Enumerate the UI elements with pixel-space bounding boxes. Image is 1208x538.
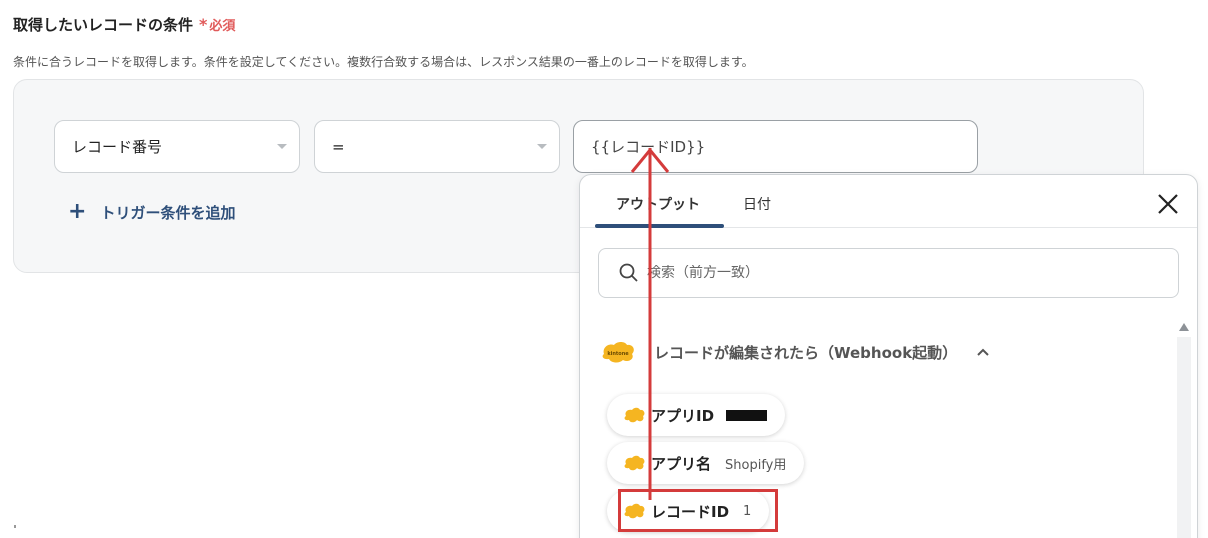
plus-icon: + xyxy=(68,199,87,224)
search-box[interactable] xyxy=(598,248,1179,298)
output-item-name: アプリ名 xyxy=(651,454,712,473)
kintone-logo-text: kintone xyxy=(607,351,629,357)
kintone-logo-icon xyxy=(624,503,645,519)
required-mark: * xyxy=(199,15,208,34)
add-trigger-label: トリガー条件を追加 xyxy=(100,203,236,222)
output-item-name: レコードID xyxy=(651,502,730,521)
edge-mark xyxy=(14,525,16,528)
output-item-value: Shopify用 xyxy=(725,457,787,473)
tab-output[interactable]: アウトプット xyxy=(616,194,700,214)
scroll-up-icon[interactable] xyxy=(1179,323,1189,331)
condition-value-input[interactable]: {{レコードID}} xyxy=(573,120,978,173)
field-select-value: レコード番号 xyxy=(72,138,163,156)
redacted-value xyxy=(726,409,768,421)
output-item-app-id[interactable]: アプリID xyxy=(607,394,786,436)
kintone-logo-icon: kintone xyxy=(602,342,634,363)
required-label: 必須 xyxy=(209,19,236,34)
section-title: 取得したいレコードの条件 * 必須 xyxy=(13,14,235,35)
operator-select-value: = xyxy=(332,137,345,156)
kintone-logo-icon xyxy=(624,455,645,471)
operator-select[interactable]: = xyxy=(314,120,560,173)
tab-date[interactable]: 日付 xyxy=(743,194,771,214)
dropdown-caret-icon xyxy=(277,144,287,149)
group-title: レコードが編集されたら（Webhook起動） xyxy=(654,343,958,362)
output-item-app-name[interactable]: アプリ名 Shopify用 xyxy=(607,442,805,484)
output-item-record-id[interactable]: レコードID 1 xyxy=(607,490,770,532)
scrollbar-track[interactable] xyxy=(1177,337,1191,538)
output-item-name: アプリID xyxy=(651,406,715,425)
chevron-up-icon[interactable] xyxy=(977,346,989,358)
section-title-text: 取得したいレコードの条件 xyxy=(13,16,194,34)
popover-tabs: アウトプット 日付 xyxy=(580,175,1197,228)
output-item-value: 1 xyxy=(743,503,752,519)
output-group-header[interactable]: kintone レコードが編集されたら（Webhook起動） xyxy=(600,340,989,364)
search-input[interactable] xyxy=(647,265,1127,281)
output-popover: アウトプット 日付 kintone レコードが編集されたら（Webhook起動）… xyxy=(579,174,1198,538)
field-select[interactable]: レコード番号 xyxy=(54,120,300,173)
section-description: 条件に合うレコードを取得します。条件を設定してください。複数行合致する場合は、レ… xyxy=(13,55,754,69)
kintone-logo-icon xyxy=(624,407,645,423)
condition-value-text: {{レコードID}} xyxy=(591,138,706,156)
close-icon[interactable] xyxy=(1155,191,1181,217)
active-tab-indicator xyxy=(595,224,724,228)
add-trigger-condition-button[interactable]: + トリガー条件を追加 xyxy=(68,201,235,223)
search-icon xyxy=(619,263,638,282)
dropdown-caret-icon xyxy=(537,144,547,149)
